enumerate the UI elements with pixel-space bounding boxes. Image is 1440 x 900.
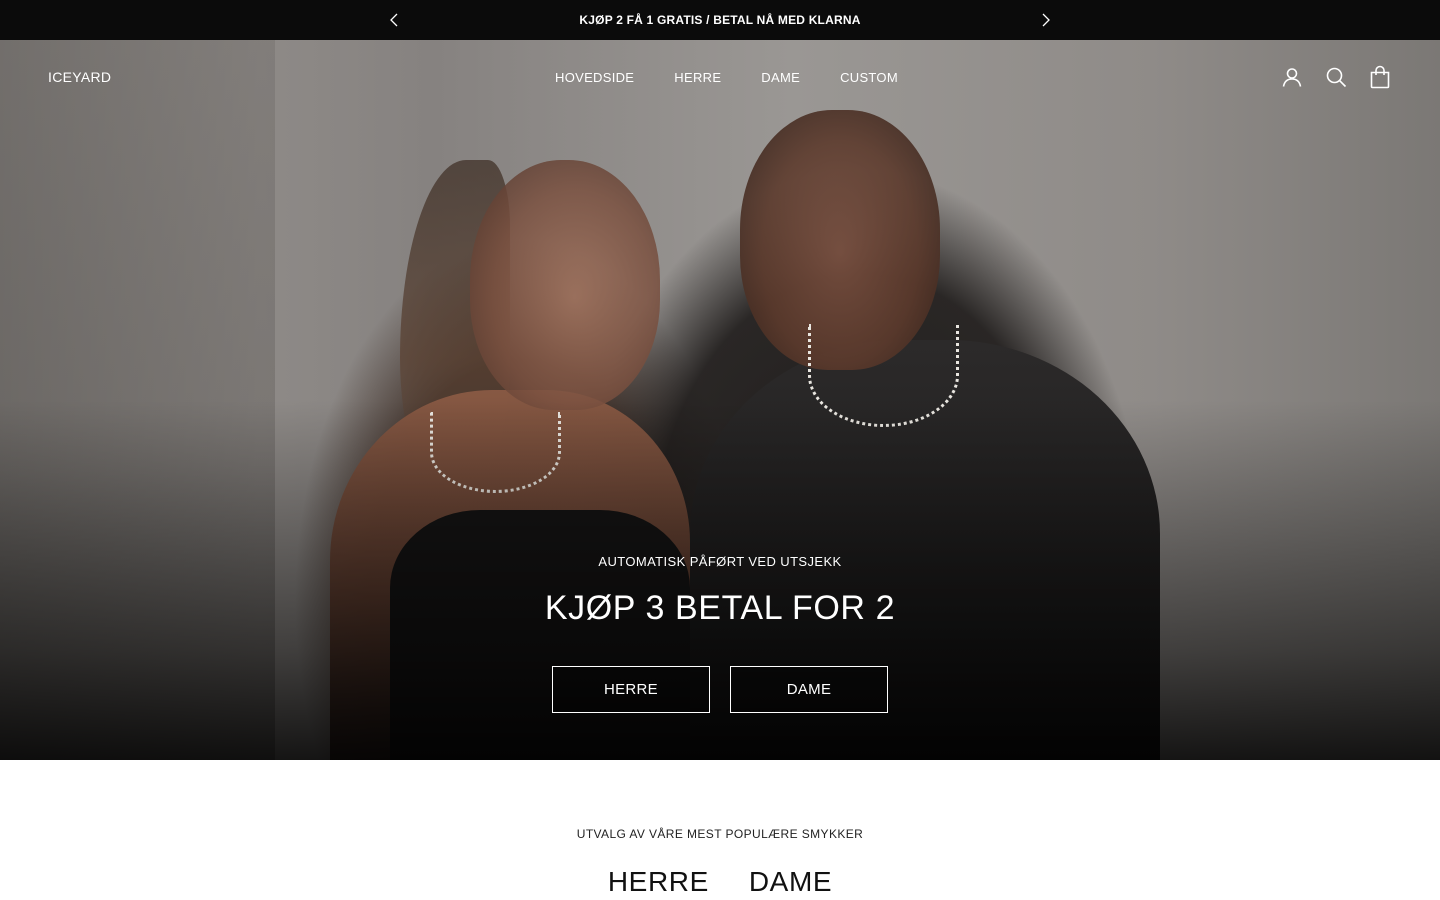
featured-subtitle: UTVALG AV VÅRE MEST POPULÆRE SMYKKER: [576, 827, 864, 841]
announcement-message: KJØP 2 FÅ 1 GRATIS / BETAL NÅ MED KLARNA: [579, 13, 861, 27]
announcement-prev-button[interactable]: [382, 8, 406, 32]
hero-image-woman-face: [470, 160, 660, 410]
hero-cta-row: HERRE DAME: [552, 666, 888, 713]
hero-herre-button[interactable]: HERRE: [552, 666, 710, 713]
nav-item-custom[interactable]: CUSTOM: [840, 70, 898, 85]
cart-button[interactable]: [1368, 65, 1392, 89]
nav-item-dame[interactable]: DAME: [761, 70, 800, 85]
announcement-next-button[interactable]: [1034, 8, 1058, 32]
hero-content: AUTOMATISK PÅFØRT VED UTSJEKK KJØP 3 BET…: [0, 554, 1440, 628]
announcement-bar: KJØP 2 FÅ 1 GRATIS / BETAL NÅ MED KLARNA: [0, 0, 1440, 40]
search-icon: [1326, 67, 1347, 88]
site-logo[interactable]: ICEYARD: [48, 69, 111, 85]
header-icons: [1280, 65, 1392, 89]
tab-dame[interactable]: DAME: [749, 866, 832, 898]
hero-eyebrow: AUTOMATISK PÅFØRT VED UTSJEKK: [598, 554, 842, 569]
chevron-right-icon: [1042, 13, 1050, 27]
search-button[interactable]: [1324, 65, 1348, 89]
hero-dame-button[interactable]: DAME: [730, 666, 888, 713]
main-nav: HOVEDSIDE HERRE DAME CUSTOM: [555, 70, 898, 85]
account-button[interactable]: [1280, 65, 1304, 89]
nav-item-hovedside[interactable]: HOVEDSIDE: [555, 70, 634, 85]
hero-headline: KJØP 3 BETAL FOR 2: [544, 589, 896, 627]
chevron-left-icon: [390, 13, 398, 27]
account-icon: [1282, 68, 1302, 87]
featured-section: UTVALG AV VÅRE MEST POPULÆRE SMYKKER HER…: [0, 760, 1440, 900]
nav-item-herre[interactable]: HERRE: [674, 70, 721, 85]
hero-banner: [0, 40, 1440, 760]
featured-tabs: HERRE DAME: [0, 866, 1440, 898]
tab-herre[interactable]: HERRE: [608, 866, 709, 898]
site-header: ICEYARD HOVEDSIDE HERRE DAME CUSTOM: [0, 40, 1440, 116]
cart-icon: [1370, 65, 1390, 89]
